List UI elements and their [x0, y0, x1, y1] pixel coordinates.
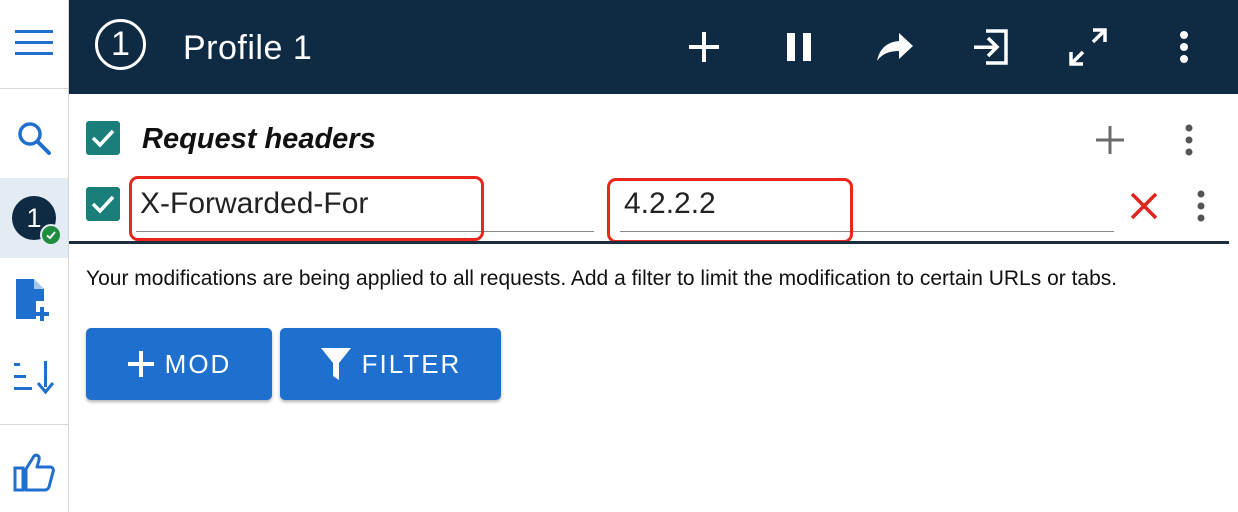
more-vert-icon — [1185, 124, 1193, 156]
import-icon — [974, 29, 1008, 65]
app-header: 1 Profile 1 — [69, 0, 1238, 94]
header-row-more-button[interactable] — [1188, 186, 1214, 226]
profile-badge[interactable]: 1 — [95, 19, 146, 70]
add-mod-label: MOD — [164, 348, 232, 379]
fullscreen-icon — [1069, 28, 1107, 66]
menu-icon — [15, 30, 53, 55]
delete-header-button[interactable] — [1124, 186, 1164, 226]
header-more-button[interactable] — [1161, 24, 1207, 70]
profile-avatar: 1 — [12, 196, 62, 246]
sidebar-divider — [0, 424, 68, 425]
search-button[interactable] — [0, 110, 68, 166]
sidebar-profile-item[interactable]: 1 — [0, 178, 68, 258]
header-name-input[interactable] — [136, 178, 598, 230]
sidebar-divider — [0, 88, 68, 89]
info-message: Your modifications are being applied to … — [86, 267, 1118, 290]
share-icon — [877, 33, 913, 61]
checkmark-icon — [91, 129, 115, 148]
feedback-button[interactable] — [0, 444, 68, 500]
sort-button[interactable] — [0, 350, 68, 404]
filter-icon — [320, 348, 351, 380]
fullscreen-button[interactable] — [1065, 24, 1111, 70]
add-icon — [127, 351, 154, 377]
profile-avatar-label: 1 — [26, 202, 42, 233]
close-icon — [1130, 192, 1158, 220]
header-value-field[interactable] — [620, 178, 1118, 232]
pause-icon — [787, 33, 811, 61]
section-title: Request headers — [142, 123, 376, 155]
header-row-checkbox[interactable] — [86, 187, 120, 221]
section-more-button[interactable] — [1176, 120, 1202, 160]
menu-button[interactable] — [0, 14, 68, 72]
more-vert-icon — [1180, 31, 1188, 63]
header-value-input[interactable] — [620, 178, 1118, 230]
add-icon — [689, 32, 719, 62]
header-name-field[interactable] — [136, 178, 598, 232]
thumbs-up-icon — [13, 453, 55, 492]
add-icon — [1096, 126, 1124, 154]
checkmark-icon — [91, 195, 115, 214]
add-mod-button[interactable]: MOD — [86, 328, 272, 400]
sidebar: 1 — [0, 0, 69, 512]
share-button[interactable] — [872, 24, 918, 70]
section-divider — [69, 241, 1229, 244]
more-vert-icon — [1197, 190, 1205, 222]
sort-icon — [14, 361, 55, 395]
import-button[interactable] — [968, 24, 1014, 70]
profile-title[interactable]: Profile 1 — [183, 26, 312, 70]
active-check-icon — [40, 224, 62, 246]
add-profile-button[interactable] — [0, 272, 68, 326]
add-header-button[interactable] — [1090, 120, 1130, 160]
section-enable-checkbox[interactable] — [86, 121, 120, 155]
add-filter-label: FILTER — [361, 348, 462, 379]
search-icon — [18, 122, 51, 155]
add-button[interactable] — [681, 24, 727, 70]
add-filter-button[interactable]: FILTER — [280, 328, 501, 400]
add-file-icon — [16, 279, 49, 321]
pause-button[interactable] — [776, 24, 822, 70]
